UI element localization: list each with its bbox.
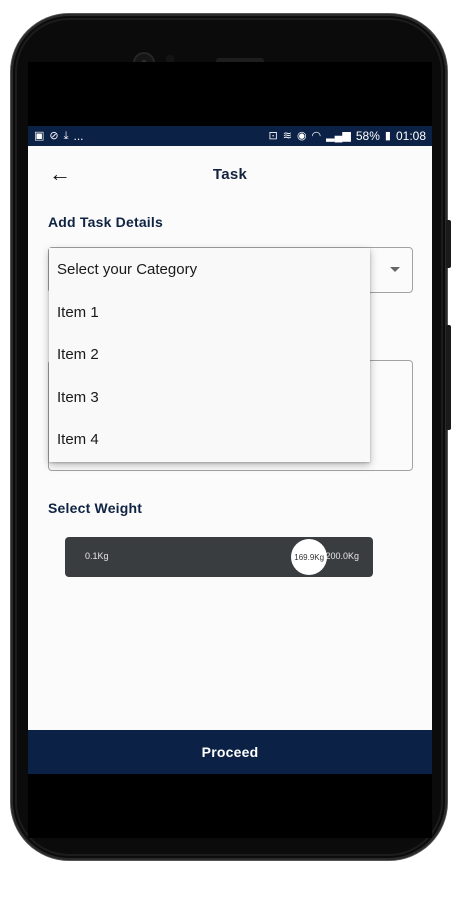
chevron-down-icon — [390, 267, 400, 272]
clock: 01:08 — [395, 129, 426, 143]
proceed-button[interactable]: Proceed — [28, 730, 432, 774]
vpn-icon: ⊡ — [268, 129, 278, 142]
category-option-item-2[interactable]: Item 2 — [49, 333, 370, 375]
mute-icon: ⊘ — [49, 129, 59, 142]
vibrate-icon: ≋ — [282, 129, 292, 142]
screen: ▣ ⊘ ⤓ ... ⊡ ≋ ◉ ◠ ▂▄▆ 58% ▮ 01:08 ← Task… — [28, 62, 432, 838]
app-screen: ← Task Add Task Details Select your Cate… — [28, 146, 432, 730]
app-bar: ← Task — [28, 146, 432, 204]
weight-min-label: 0.1Kg — [85, 551, 109, 561]
wifi-icon: ◠ — [311, 129, 322, 142]
status-ellipsis: ... — [73, 129, 84, 143]
download-icon: ⤓ — [63, 129, 69, 142]
weight-slider-thumb[interactable]: 169.9Kg — [291, 539, 328, 575]
volume-button — [446, 220, 451, 268]
add-task-details-heading: Add Task Details — [48, 214, 163, 230]
battery-percent: 58% — [355, 129, 380, 143]
status-bar: ▣ ⊘ ⤓ ... ⊡ ≋ ◉ ◠ ▂▄▆ 58% ▮ 01:08 — [28, 126, 432, 146]
category-dropdown-menu: Select your Category Item 1 Item 2 Item … — [49, 248, 370, 462]
category-placeholder-option[interactable]: Select your Category — [49, 248, 370, 290]
category-option-item-1[interactable]: Item 1 — [49, 291, 370, 333]
alarm-icon: ◉ — [296, 129, 307, 142]
power-button — [446, 325, 451, 430]
weight-max-label: 200.0Kg — [325, 551, 359, 561]
category-option-item-4[interactable]: Item 4 — [49, 418, 370, 460]
image-icon: ▣ — [34, 129, 45, 142]
category-option-item-3[interactable]: Item 3 — [49, 376, 370, 418]
battery-icon: ▮ — [384, 129, 391, 142]
page-title: Task — [212, 166, 248, 183]
signal-icon: ▂▄▆ — [326, 129, 351, 142]
select-weight-heading: Select Weight — [48, 500, 143, 516]
weight-slider[interactable]: 0.1Kg 200.0Kg 169.9Kg — [65, 537, 373, 577]
